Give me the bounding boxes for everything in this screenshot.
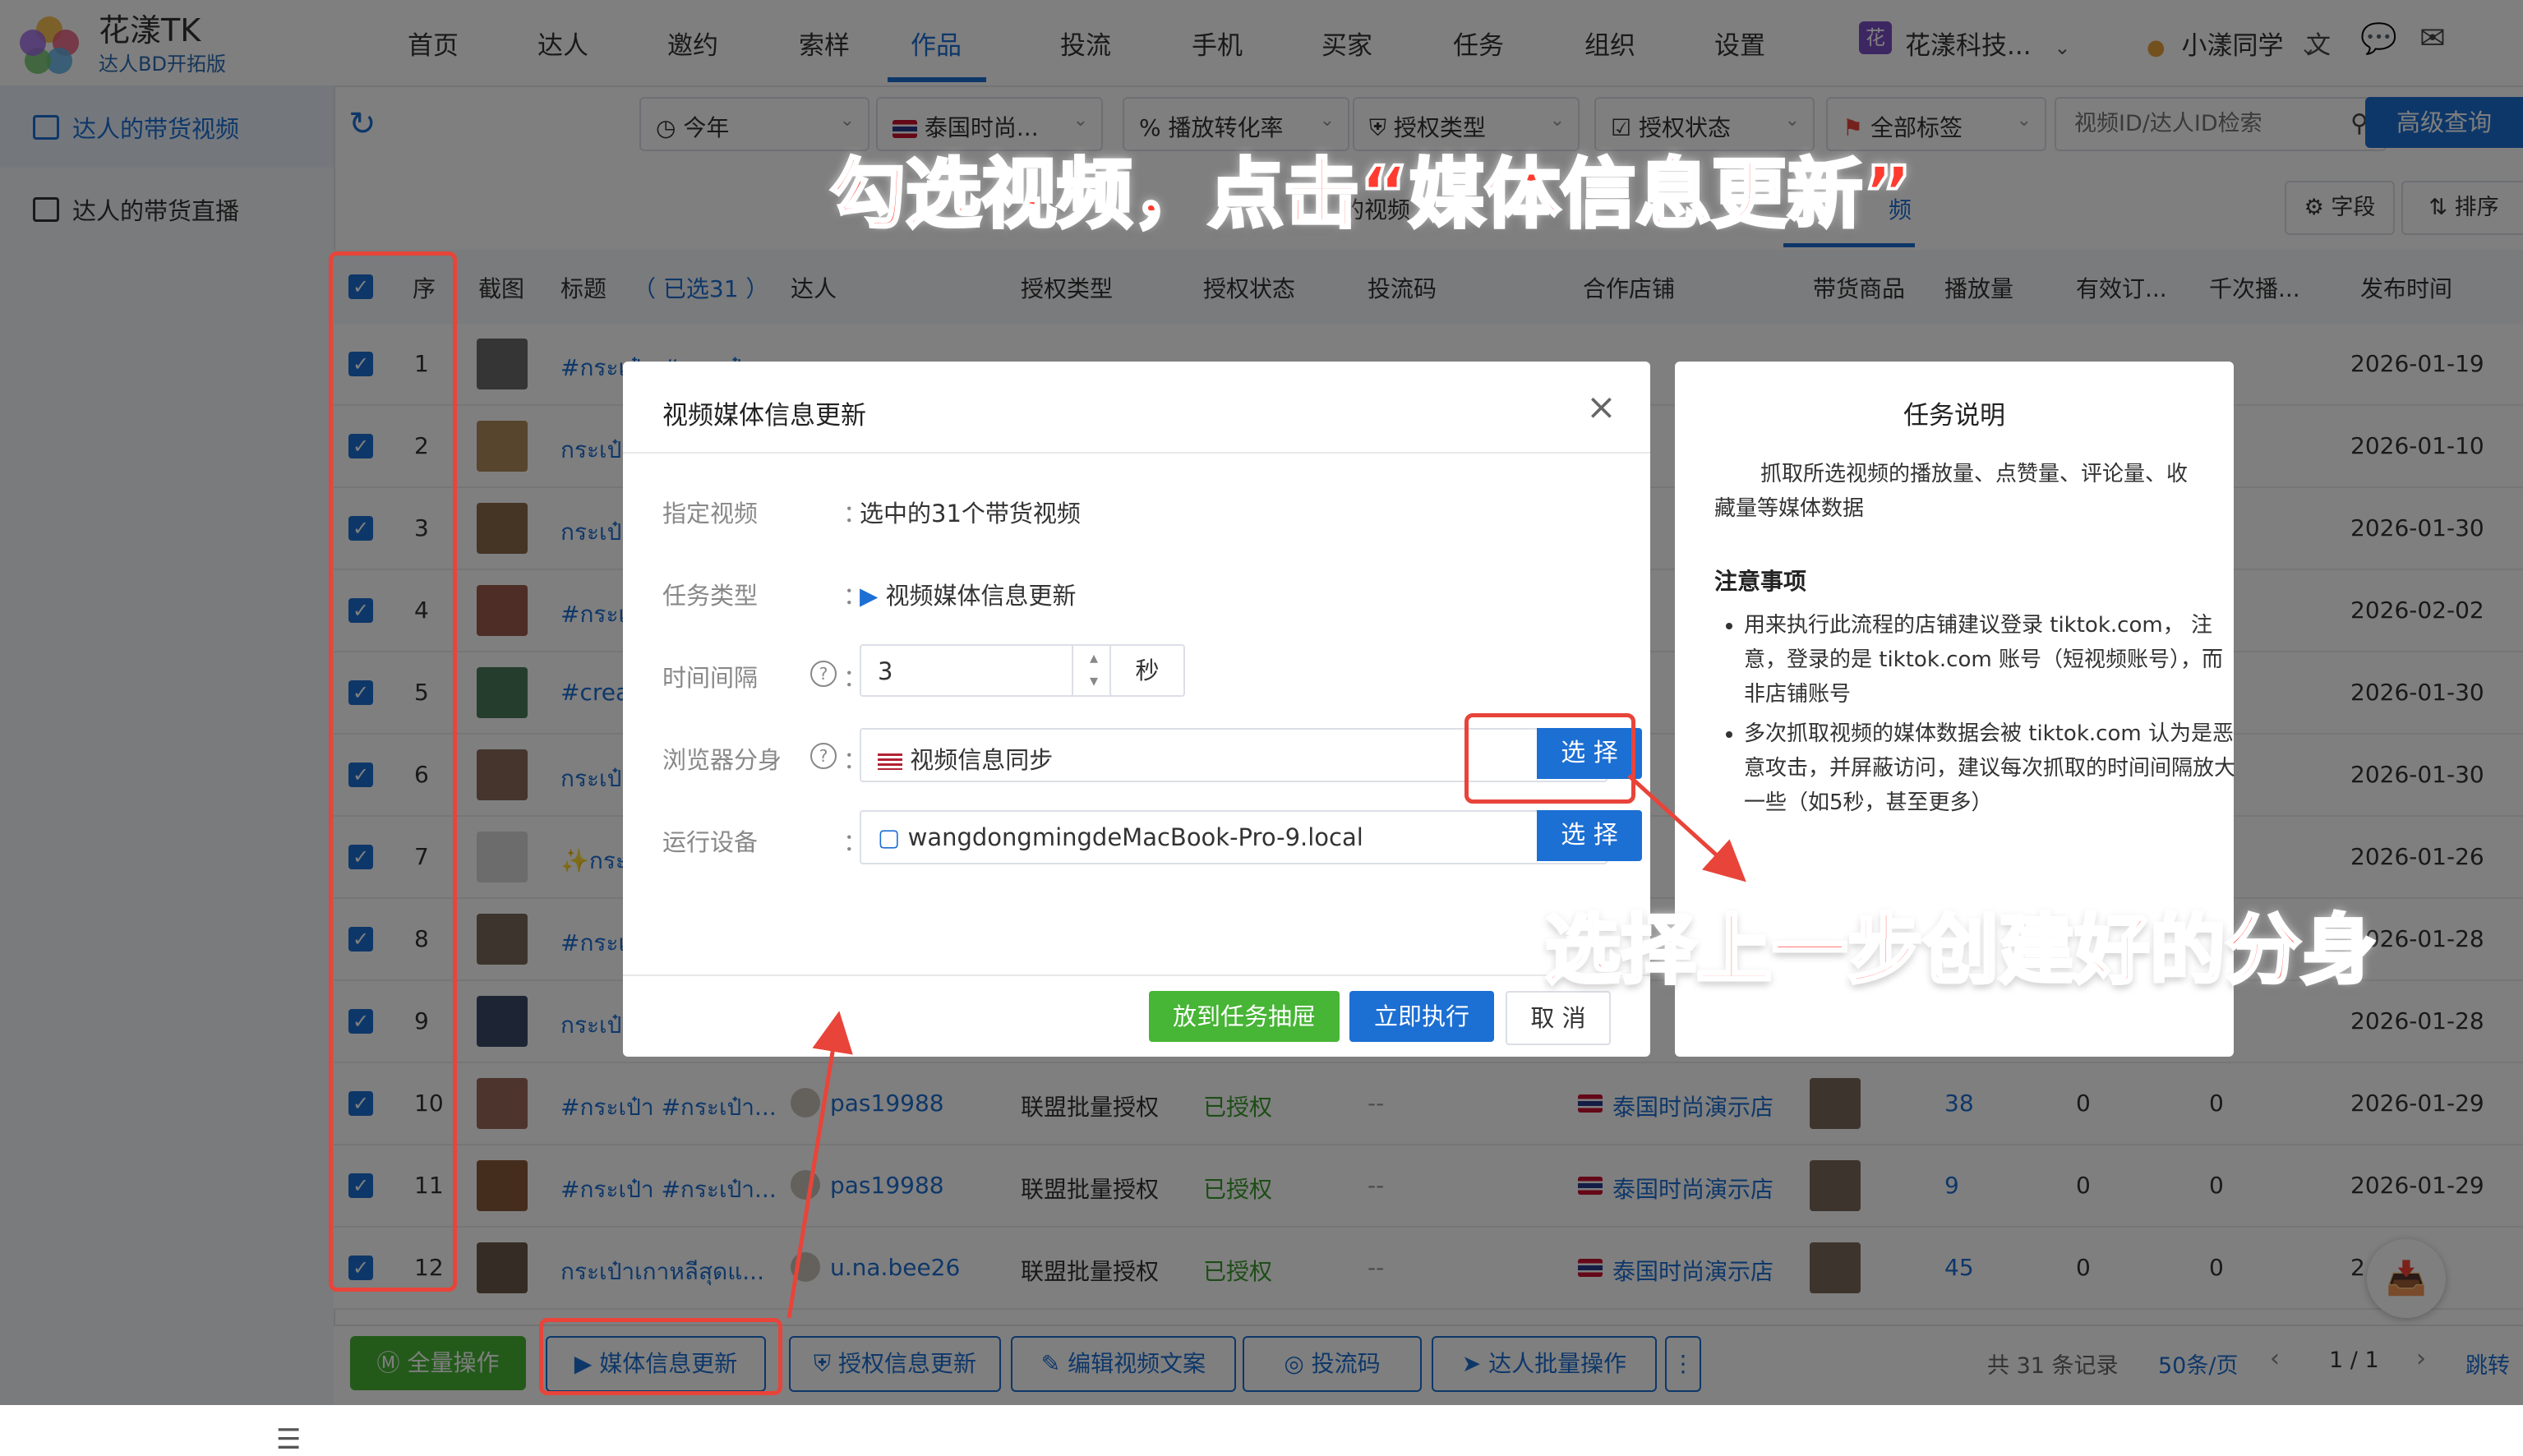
annotation-callout-top: 勾选视频，点击“媒体信息更新” [828, 149, 1914, 240]
dialog-header: 视频媒体信息更新 × [623, 362, 1650, 454]
device-value: wangdongmingdeMacBook-Pro-9.local [907, 823, 1363, 851]
menu-collapse-icon[interactable]: ☰ [276, 1423, 301, 1456]
interval-label: 时间间隔 [662, 664, 759, 692]
device-field[interactable]: ▢ wangdongmingdeMacBook-Pro-9.local [860, 810, 1607, 864]
run-now-button[interactable]: 立即执行 [1349, 991, 1494, 1042]
task-type-text: 视频媒体信息更新 [885, 582, 1077, 610]
annotation-callout-middle: 选择上一步创建好的分身 [1543, 905, 2378, 996]
task-type-value: ▶ 视频媒体信息更新 [860, 577, 1077, 611]
interval-input-box: 3 ▴ ▾ [860, 644, 1114, 697]
computer-icon: ▢ [878, 823, 901, 851]
task-type-label: 任务类型 [662, 582, 759, 610]
task-panel-title: 任务说明 [1903, 401, 2005, 431]
notes-title: 注意事项 [1714, 568, 1807, 595]
annotation-select-button-highlight [1464, 713, 1635, 804]
device-label: 运行设备 [662, 828, 759, 856]
cancel-button[interactable]: 取 消 [1506, 991, 1611, 1045]
video-label: 指定视频 [662, 500, 759, 528]
note-item: 用来执行此流程的店铺建议登录 tiktok.com， 注意，登录的是 tikto… [1744, 608, 2237, 712]
us-flag-icon [878, 753, 902, 770]
close-icon[interactable]: × [1586, 386, 1617, 428]
device-select-button[interactable]: 选 择 [1537, 810, 1642, 861]
annotation-checkbox-column-highlight [329, 251, 457, 1292]
annotation-media-update-highlight [539, 1318, 782, 1395]
video-value: 选中的31个带货视频 [860, 500, 1081, 528]
help-icon[interactable]: ? [810, 661, 837, 687]
browser-profile-value: 视频信息同步 [910, 746, 1054, 774]
add-to-drawer-button[interactable]: 放到任务抽屉 [1149, 991, 1340, 1042]
play-icon: ▶ [860, 582, 879, 610]
interval-stepper[interactable]: ▴ ▾ [1072, 646, 1114, 695]
task-description: 抓取所选视频的播放量、点赞量、评论量、收藏量等媒体数据 [1714, 462, 2189, 521]
interval-input[interactable]: 3 [878, 657, 893, 685]
notes-list: 用来执行此流程的店铺建议登录 tiktok.com， 注意，登录的是 tikto… [1714, 608, 2237, 825]
interval-unit: 秒 [1109, 644, 1185, 697]
dialog-footer-divider [623, 975, 1650, 976]
media-update-dialog: 视频媒体信息更新 × 指定视频 ： 选中的31个带货视频 任务类型 ： ▶ 视频… [623, 362, 1650, 1057]
help-icon[interactable]: ? [810, 743, 837, 769]
browser-profile-label: 浏览器分身 [662, 746, 782, 774]
dialog-title: 视频媒体信息更新 [662, 401, 866, 431]
note-item: 多次抓取视频的媒体数据会被 tiktok.com 认为是恶意攻击，并屏蔽访问，建… [1744, 716, 2237, 820]
